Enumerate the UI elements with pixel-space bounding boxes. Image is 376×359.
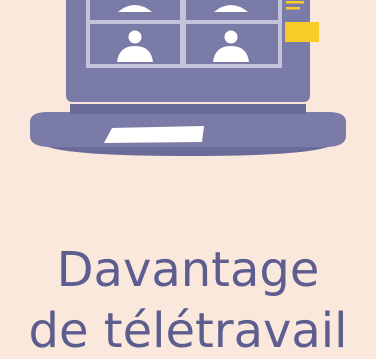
laptop-base-shadow — [48, 147, 328, 156]
headline-line-2: de télétravail — [28, 303, 348, 359]
trackpad — [104, 126, 204, 143]
laptop-hinge — [70, 104, 306, 114]
laptop-video-conference-illustration — [30, 0, 346, 156]
headline-line-1: Davantage — [56, 242, 320, 298]
